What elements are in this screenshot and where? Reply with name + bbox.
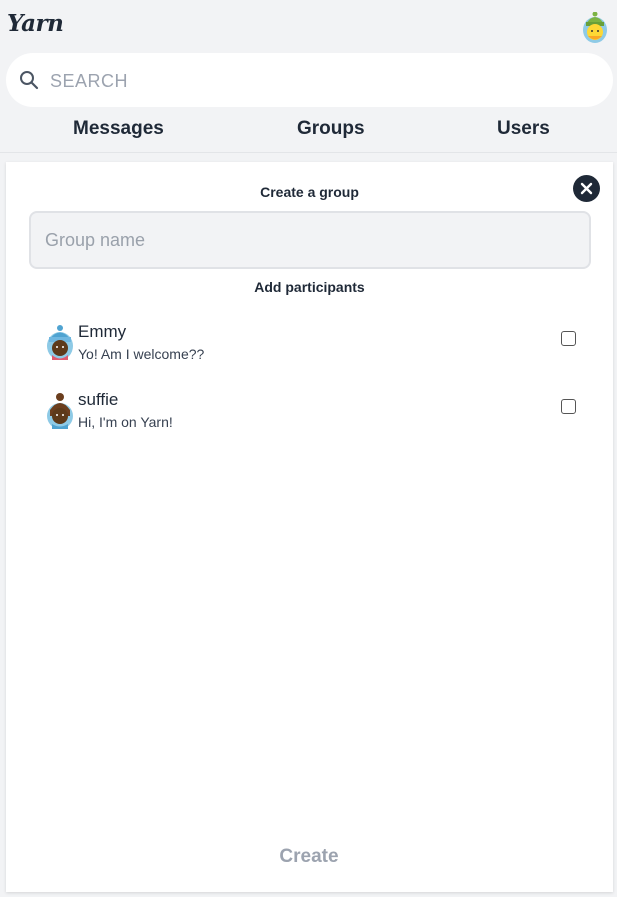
- participant-status: Hi, I'm on Yarn!: [78, 414, 173, 430]
- participant-checkbox[interactable]: [561, 399, 576, 414]
- participant-item[interactable]: suffie Hi, I'm on Yarn!: [46, 390, 586, 442]
- tab-bar: Messages Groups Users: [0, 110, 617, 153]
- search-icon: [20, 71, 39, 90]
- participant-item[interactable]: Emmy Yo! Am I welcome??: [46, 322, 586, 374]
- app-logo[interactable]: Yarn: [7, 10, 64, 37]
- top-bar: Yarn: [0, 0, 617, 52]
- search-input[interactable]: [48, 66, 592, 96]
- participant-name: suffie: [78, 390, 119, 409]
- participant-checkbox[interactable]: [561, 331, 576, 346]
- avatar-icon: [47, 393, 73, 429]
- participant-status: Yo! Am I welcome??: [78, 346, 205, 362]
- create-button[interactable]: Create: [259, 846, 359, 868]
- participants-heading: Add participants: [254, 279, 365, 295]
- current-user-avatar-icon[interactable]: [582, 12, 608, 44]
- avatar-icon: [47, 325, 73, 360]
- tab-groups[interactable]: Groups: [297, 118, 365, 140]
- tab-messages[interactable]: Messages: [73, 118, 164, 140]
- group-name-input[interactable]: [29, 211, 591, 269]
- participant-name: Emmy: [78, 322, 127, 341]
- create-group-panel: Create a group Add participants Emmy Yo!…: [6, 162, 613, 892]
- panel-title: Create a group: [260, 184, 359, 200]
- tab-users[interactable]: Users: [497, 118, 550, 140]
- search-bar: [6, 53, 613, 107]
